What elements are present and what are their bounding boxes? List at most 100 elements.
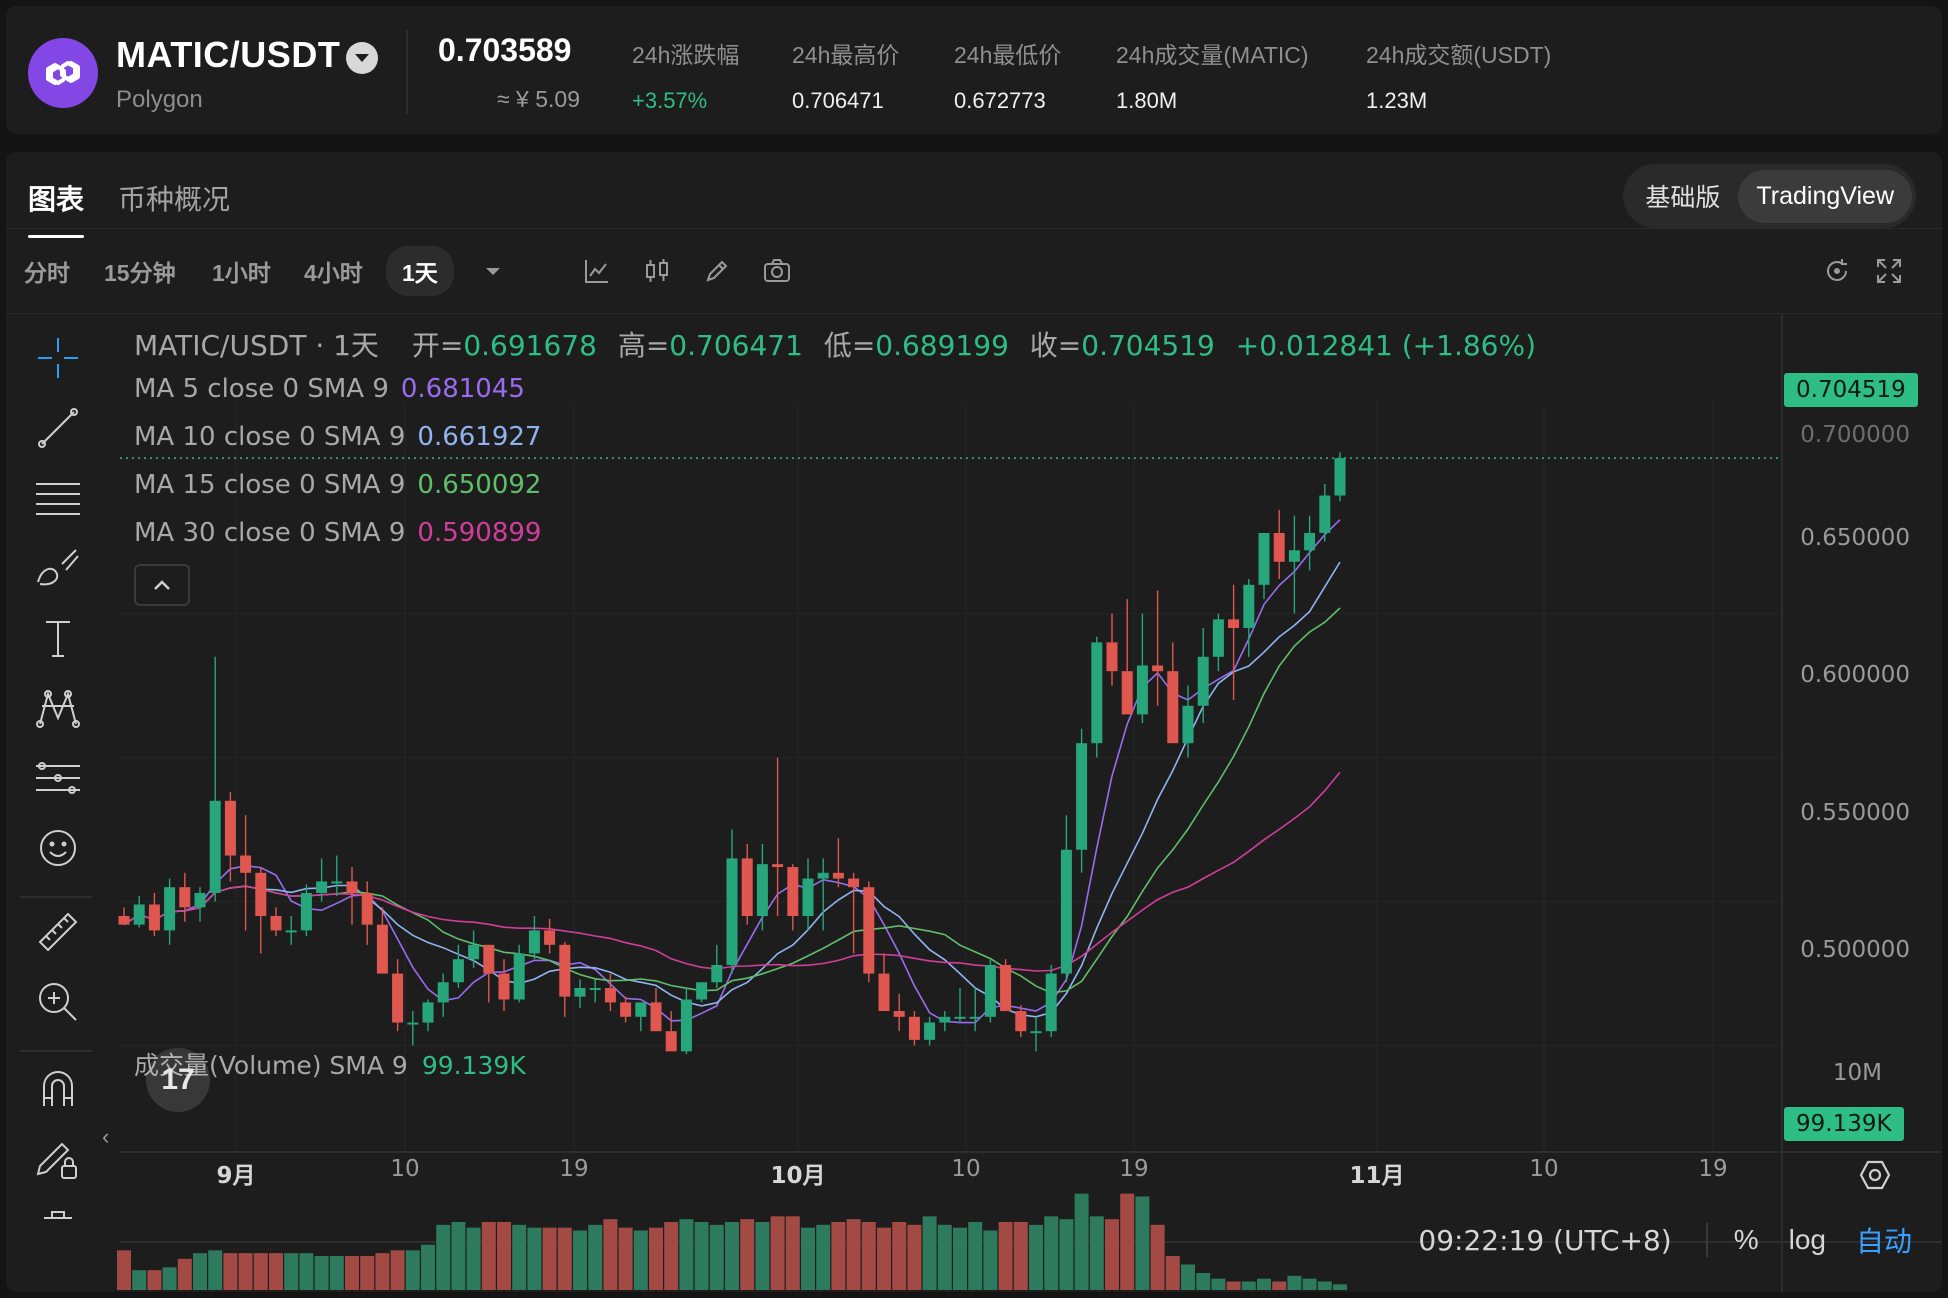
current-volume-tag: 99.139K — [1784, 1107, 1904, 1141]
candle-body — [133, 904, 145, 925]
candle-body — [589, 988, 601, 990]
candle-body — [1197, 656, 1209, 706]
auto-scale-button[interactable]: 自动 — [1856, 1220, 1912, 1260]
stat-value: 1.23M — [1366, 88, 1428, 113]
volume-bar — [633, 1230, 648, 1290]
volume-bar — [1089, 1216, 1104, 1290]
log-scale-button[interactable]: log — [1789, 1224, 1826, 1256]
chart-panel: 图表 币种概况 基础版 TradingView 分时 15分钟 1小时 4小时 … — [6, 152, 1942, 1292]
time-axis-label: 9月 — [216, 1163, 256, 1189]
volume-bar — [1241, 1281, 1256, 1290]
volume-bar — [1257, 1278, 1271, 1290]
candle-body — [741, 858, 753, 916]
volume-bar — [755, 1222, 770, 1290]
volume-bar — [1272, 1281, 1287, 1290]
percent-scale-button[interactable]: % — [1734, 1224, 1759, 1256]
pair-title[interactable]: MATIC/USDT — [116, 34, 340, 76]
volume-bar — [694, 1222, 709, 1290]
close-value: 0.704519 — [1081, 329, 1215, 362]
candle-body — [1288, 550, 1300, 562]
candle-body — [164, 887, 176, 931]
last-price: 0.703589 — [438, 32, 572, 68]
volume-bar — [1181, 1264, 1195, 1290]
candle-body — [1334, 458, 1346, 496]
volume-bar — [664, 1222, 679, 1290]
candle-body — [437, 982, 449, 1003]
volume-bar — [1211, 1278, 1226, 1290]
volume-bar — [1317, 1281, 1332, 1290]
candle-body — [224, 800, 236, 856]
collapse-legend-button[interactable] — [134, 564, 190, 606]
ma-label: MA 30 close 0 SMA 9 — [134, 518, 406, 548]
low-value: 0.689199 — [875, 329, 1009, 362]
pair-dropdown-chevron-icon[interactable] — [346, 42, 378, 74]
stat-label: 24h成交额(USDT) — [1366, 42, 1552, 68]
candle-body — [148, 904, 160, 931]
candle-body — [726, 858, 738, 965]
stat-change: 24h涨跌幅 +3.57% — [632, 36, 739, 114]
candle-body — [1182, 705, 1194, 744]
settings-gear-icon[interactable] — [1858, 1158, 1892, 1192]
volume-bar — [329, 1256, 344, 1290]
stat-low: 24h最低价 0.672773 — [954, 36, 1061, 114]
volume-bar — [1196, 1273, 1211, 1290]
stat-high: 24h最高价 0.706471 — [792, 36, 899, 114]
price-axis-tick: 0.500000 — [1800, 937, 1910, 963]
ma30-legend[interactable]: MA 30 close 0 SMA 9 0.590899 — [134, 518, 541, 548]
volume-bar — [953, 1227, 967, 1290]
chart-footer: 09:22:19 (UTC+8) % log 自动 — [1418, 1210, 1942, 1270]
ma10-legend[interactable]: MA 10 close 0 SMA 9 0.661927 — [134, 422, 541, 452]
volume-bar — [375, 1253, 390, 1290]
volume-bar — [998, 1222, 1013, 1290]
candle-body — [544, 930, 556, 945]
volume-bar — [542, 1227, 557, 1290]
candle-body — [680, 999, 692, 1052]
candle-body — [878, 973, 890, 1012]
scroll-left-chevron-icon[interactable]: ‹ — [102, 1124, 109, 1150]
volume-bar — [497, 1222, 511, 1290]
candle-body — [756, 864, 768, 916]
candle-body — [954, 1016, 966, 1019]
ma-label: MA 5 close 0 SMA 9 — [134, 374, 389, 404]
candle-body — [300, 892, 312, 931]
candle-body — [1304, 532, 1316, 551]
volume-bar — [269, 1253, 283, 1290]
volume-bar — [603, 1219, 618, 1290]
volume-bar — [983, 1230, 998, 1290]
candle-body — [1152, 665, 1164, 672]
candle-body — [498, 973, 510, 1000]
candle-body — [1060, 849, 1072, 974]
volume-bar — [618, 1227, 633, 1290]
candle-body — [240, 855, 252, 873]
volume-bar — [1013, 1222, 1028, 1290]
candle-body — [969, 1016, 981, 1019]
ma-value: 0.650092 — [417, 470, 542, 500]
volume-bar — [405, 1250, 420, 1290]
volume-bar — [831, 1222, 846, 1290]
candle-body — [665, 1031, 677, 1052]
candle-body — [908, 1016, 920, 1040]
close-label: 收= — [1029, 329, 1082, 362]
low-label: 低= — [823, 329, 876, 362]
candle-body — [848, 878, 860, 888]
volume-axis-tick: 10M — [1832, 1060, 1882, 1086]
ma-value: 0.681045 — [400, 374, 525, 404]
volume-bar — [1135, 1196, 1150, 1290]
candlestick-chart[interactable] — [6, 152, 1942, 1292]
ma5-legend[interactable]: MA 5 close 0 SMA 9 0.681045 — [134, 374, 525, 404]
volume-bar — [1029, 1224, 1043, 1290]
volume-bar — [679, 1219, 694, 1290]
ohlc-legend: MATIC/USDT · 1天 开=0.691678 高=0.706471 低=… — [134, 324, 1536, 364]
candle-body — [817, 872, 829, 879]
open-value: 0.691678 — [463, 329, 597, 362]
volume-bar — [1165, 1256, 1180, 1290]
ma15-legend[interactable]: MA 15 close 0 SMA 9 0.650092 — [134, 470, 541, 500]
candle-body — [361, 892, 373, 925]
candle-body — [255, 872, 267, 916]
candle-body — [635, 1002, 647, 1017]
volume-bar — [725, 1222, 739, 1290]
candle-body — [407, 1022, 419, 1025]
candle-body — [376, 924, 388, 974]
candle-body — [422, 1002, 434, 1023]
divider — [406, 30, 408, 114]
